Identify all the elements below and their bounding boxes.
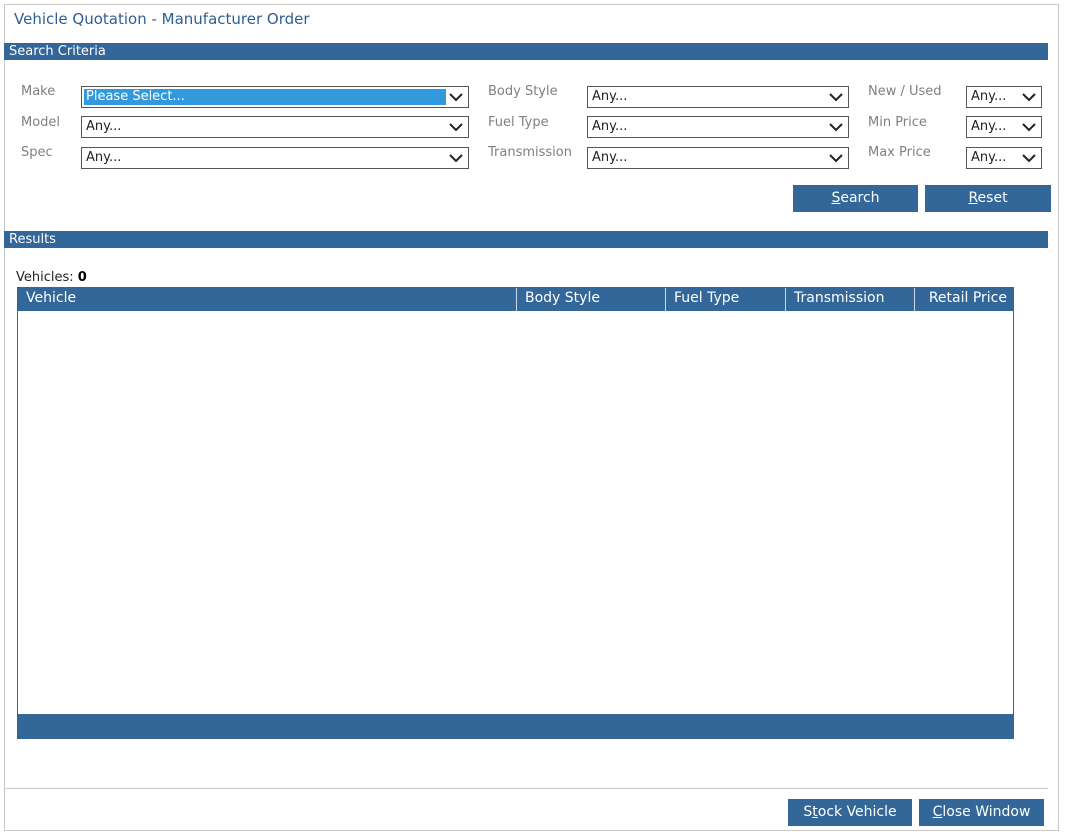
model-select-value: Any... [86,119,122,134]
vehicles-count-value: 0 [77,270,87,285]
chevron-down-icon [1022,123,1036,132]
body-style-label: Body Style [488,84,558,99]
model-label: Model [21,115,61,130]
column-header-retail-price[interactable]: Retail Price [915,288,1013,311]
new-used-select[interactable]: Any... [966,86,1042,108]
max-price-label: Max Price [868,145,931,160]
new-used-label: New / Used [868,84,942,99]
fuel-type-label: Fuel Type [488,115,549,130]
footer-divider [4,788,1048,789]
min-price-label: Min Price [868,115,927,130]
reset-button-label: eset [977,190,1008,206]
spec-select-value: Any... [86,150,122,165]
reset-button[interactable]: Reset [925,185,1051,212]
stock-vehicle-button-prefix: S [803,804,813,820]
search-criteria-header: Search Criteria [4,43,1048,60]
chevron-down-icon [1022,93,1036,102]
make-label: Make [21,84,56,99]
chevron-down-icon [829,123,843,132]
transmission-select[interactable]: Any... [587,147,849,169]
window-title: Vehicle Quotation - Manufacturer Order [14,10,310,28]
vehicles-count-label: Vehicles: [16,270,74,285]
results-header: Results [4,231,1048,248]
stock-vehicle-button-label: ock Vehicle [817,804,897,820]
max-price-select-value: Any... [971,150,1007,165]
column-header-transmission[interactable]: Transmission [786,288,915,311]
chevron-down-icon [449,123,463,132]
fuel-type-select-value: Any... [592,119,628,134]
chevron-down-icon [1022,154,1036,163]
fuel-type-select[interactable]: Any... [587,116,849,138]
search-button-mnemonic: S [831,190,841,206]
chevron-down-icon [449,93,463,102]
body-style-select-value: Any... [592,89,628,104]
transmission-select-value: Any... [592,150,628,165]
min-price-select-value: Any... [971,119,1007,134]
column-header-vehicle[interactable]: Vehicle [18,288,517,311]
make-select-value: Please Select... [84,89,446,105]
model-select[interactable]: Any... [81,116,469,138]
new-used-select-value: Any... [971,89,1007,104]
results-grid-footer [18,714,1013,738]
column-header-fuel-type[interactable]: Fuel Type [666,288,786,311]
chevron-down-icon [829,93,843,102]
close-window-button-label: lose Window [942,804,1031,820]
spec-label: Spec [21,145,53,160]
make-select[interactable]: Please Select... [81,86,469,108]
close-window-button[interactable]: Close Window [919,799,1044,826]
max-price-select[interactable]: Any... [966,147,1042,169]
chevron-down-icon [449,154,463,163]
transmission-label: Transmission [488,145,572,160]
close-window-button-mnemonic: C [932,804,943,820]
results-grid[interactable]: Vehicle Body Style Fuel Type Transmissio… [17,287,1014,739]
vehicles-count: Vehicles: 0 [16,270,87,285]
chevron-down-icon [829,154,843,163]
reset-button-mnemonic: R [968,190,978,206]
results-grid-header: Vehicle Body Style Fuel Type Transmissio… [18,288,1013,311]
search-button[interactable]: Search [793,185,918,212]
min-price-select[interactable]: Any... [966,116,1042,138]
spec-select[interactable]: Any... [81,147,469,169]
body-style-select[interactable]: Any... [587,86,849,108]
search-button-label: earch [840,190,880,206]
column-header-body-style[interactable]: Body Style [517,288,666,311]
stock-vehicle-button[interactable]: Stock Vehicle [788,799,912,826]
